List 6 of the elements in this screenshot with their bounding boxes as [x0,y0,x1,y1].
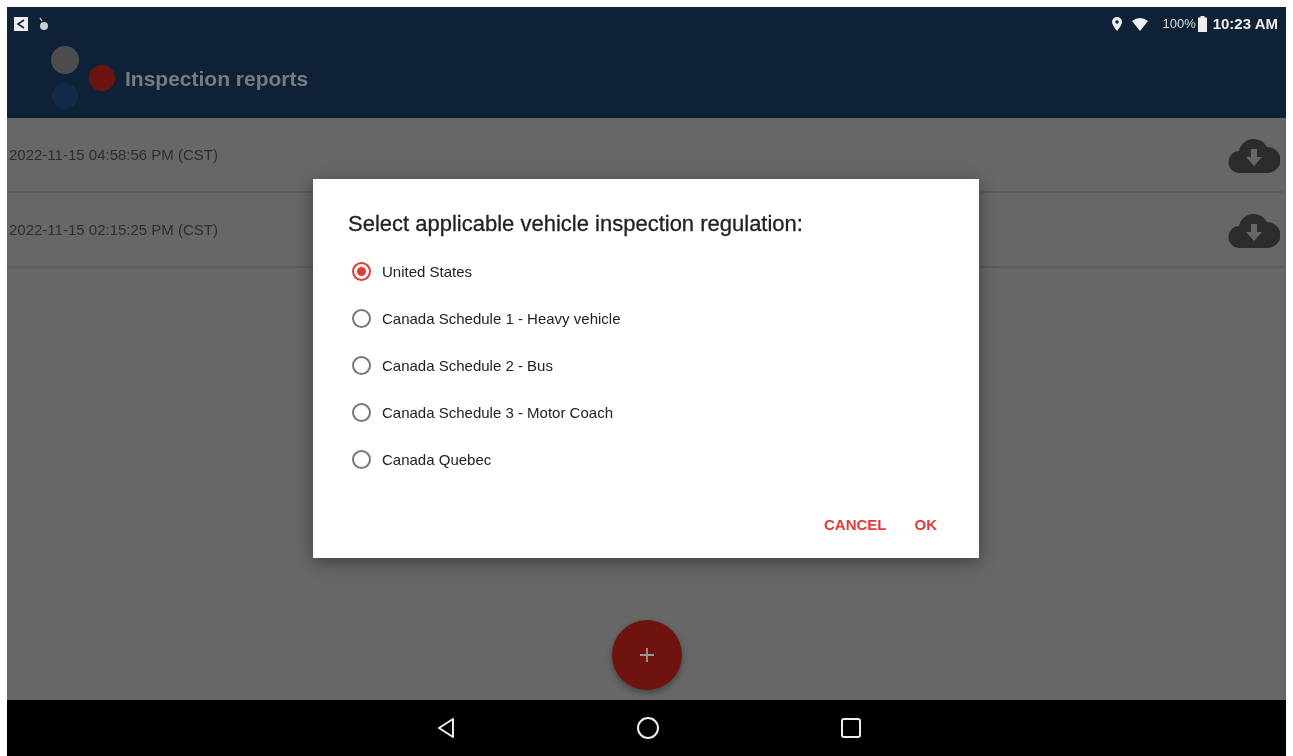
report-timestamp: 2022-11-15 02:15:25 PM (CST) [9,221,218,238]
screen-title: Inspection reports [125,67,309,91]
clock-time: 10:23 AM [1212,15,1278,32]
report-timestamp: 2022-11-15 04:58:56 PM (CST) [9,146,218,163]
dialog-title: Select applicable vehicle inspection regulation: [348,211,804,237]
battery-percent: 100% [1162,16,1196,31]
